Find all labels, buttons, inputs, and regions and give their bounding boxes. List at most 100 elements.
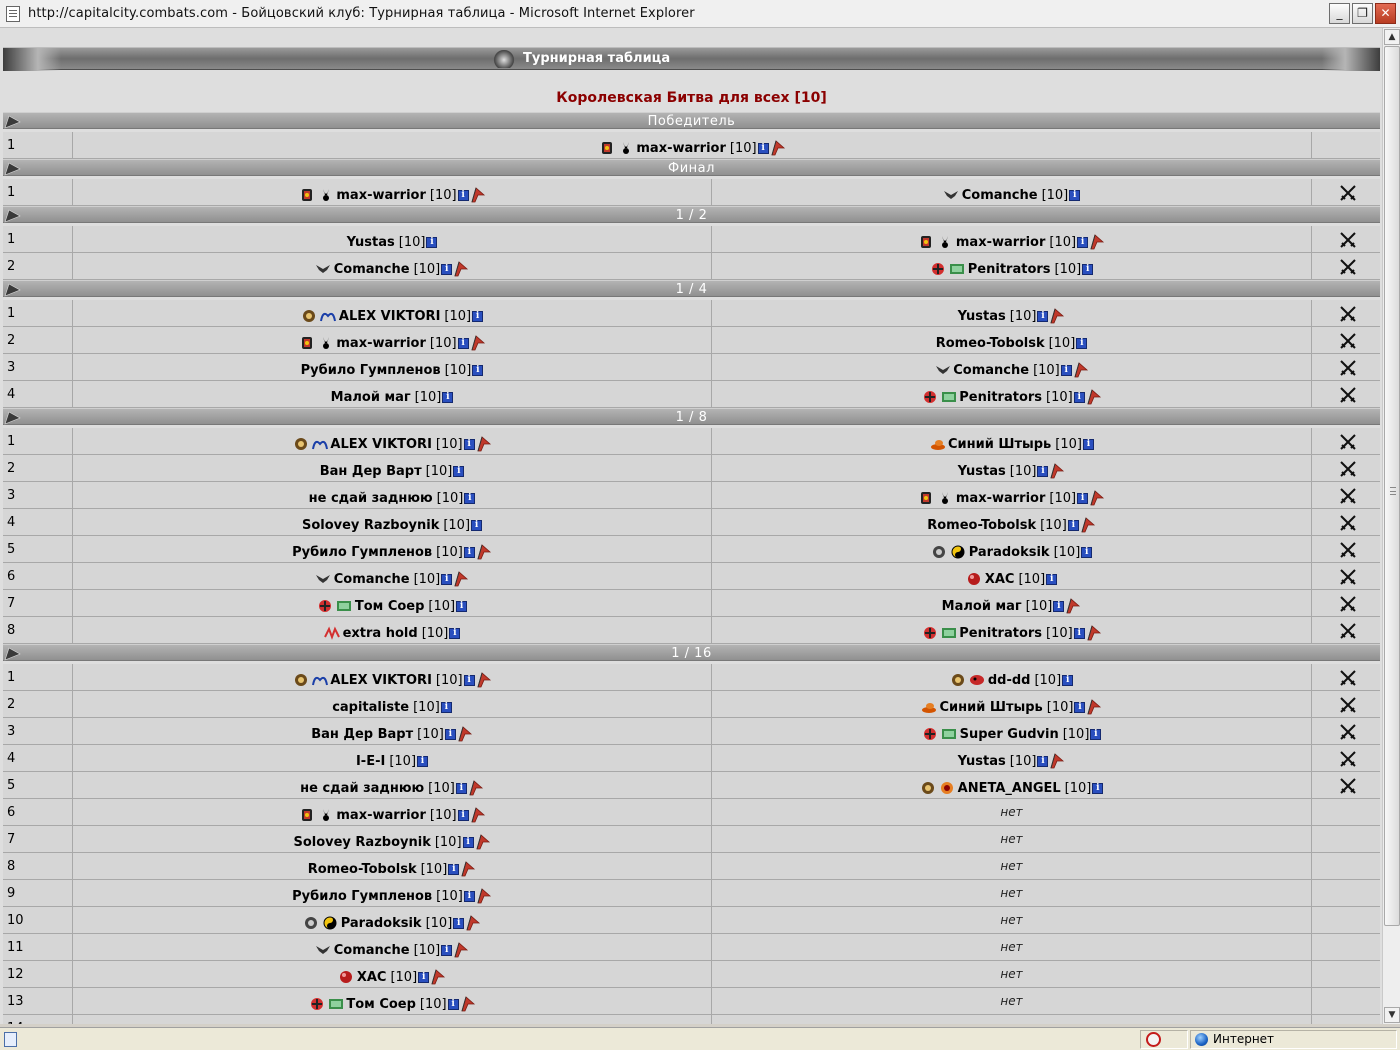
- crossed-swords-icon[interactable]: [1339, 669, 1357, 687]
- player-name[interactable]: Yustas: [958, 464, 1006, 479]
- player-name[interactable]: max-warrior: [336, 336, 426, 351]
- player-name[interactable]: Comanche: [962, 188, 1038, 203]
- player-name[interactable]: Comanche: [334, 572, 410, 587]
- info-icon[interactable]: i: [757, 143, 769, 154]
- player-name[interactable]: не сдай заднюю: [309, 491, 433, 506]
- info-icon[interactable]: i: [457, 810, 469, 821]
- crossed-swords-icon[interactable]: [1339, 184, 1357, 202]
- crossed-swords-icon[interactable]: [1339, 568, 1357, 586]
- player-name[interactable]: Рубило Гумпленов: [301, 363, 441, 378]
- info-icon[interactable]: i: [1060, 365, 1072, 376]
- info-icon[interactable]: i: [1092, 783, 1104, 794]
- info-icon[interactable]: i: [463, 675, 475, 686]
- info-icon[interactable]: i: [418, 972, 430, 983]
- info-icon[interactable]: i: [448, 864, 460, 875]
- info-icon[interactable]: i: [464, 493, 476, 504]
- player-name[interactable]: Синий Штырь: [948, 437, 1051, 452]
- crossed-swords-icon[interactable]: [1339, 622, 1357, 640]
- info-icon[interactable]: i: [441, 945, 453, 956]
- player-name[interactable]: max-warrior: [336, 808, 426, 823]
- info-icon[interactable]: i: [447, 999, 459, 1010]
- crossed-swords-icon[interactable]: [1339, 595, 1357, 613]
- info-icon[interactable]: i: [1037, 756, 1049, 767]
- info-icon[interactable]: i: [457, 190, 469, 201]
- info-icon[interactable]: i: [442, 392, 454, 403]
- minimize-button[interactable]: _: [1329, 3, 1350, 24]
- player-name[interactable]: Том Соер: [355, 599, 425, 614]
- info-icon[interactable]: i: [1073, 628, 1085, 639]
- info-icon[interactable]: i: [1077, 493, 1089, 504]
- info-icon[interactable]: i: [1076, 338, 1088, 349]
- info-icon[interactable]: i: [1081, 547, 1093, 558]
- player-name[interactable]: Penitrators: [968, 262, 1051, 277]
- player-name[interactable]: XAC: [985, 572, 1015, 587]
- player-name[interactable]: Ван Дер Варт: [320, 464, 422, 479]
- crossed-swords-icon[interactable]: [1339, 231, 1357, 249]
- player-name[interactable]: Comanche: [953, 363, 1029, 378]
- crossed-swords-icon[interactable]: [1339, 487, 1357, 505]
- player-name[interactable]: Малой маг: [331, 390, 411, 405]
- player-name[interactable]: Paradoksik: [969, 545, 1050, 560]
- info-icon[interactable]: i: [1069, 190, 1081, 201]
- player-name[interactable]: Super Gudvin: [960, 727, 1059, 742]
- info-icon[interactable]: i: [1090, 729, 1102, 740]
- player-name[interactable]: max-warrior: [636, 141, 726, 156]
- player-name[interactable]: Том Соер: [346, 997, 416, 1012]
- player-name[interactable]: Рубило Гумпленов: [292, 889, 432, 904]
- crossed-swords-icon[interactable]: [1339, 696, 1357, 714]
- info-icon[interactable]: i: [441, 574, 453, 585]
- player-name[interactable]: Синий Штырь: [940, 700, 1043, 715]
- crossed-swords-icon[interactable]: [1339, 359, 1357, 377]
- info-icon[interactable]: i: [1037, 311, 1049, 322]
- scroll-thumb[interactable]: [1384, 46, 1400, 926]
- info-icon[interactable]: i: [472, 311, 484, 322]
- player-name[interactable]: Comanche: [334, 943, 410, 958]
- player-name[interactable]: XAC: [357, 970, 387, 985]
- player-name[interactable]: I-E-I: [356, 754, 385, 769]
- crossed-swords-icon[interactable]: [1339, 386, 1357, 404]
- player-name[interactable]: Рубило Гумпленов: [292, 545, 432, 560]
- info-icon[interactable]: i: [462, 837, 474, 848]
- crossed-swords-icon[interactable]: [1339, 514, 1357, 532]
- info-icon[interactable]: i: [441, 264, 453, 275]
- crossed-swords-icon[interactable]: [1339, 777, 1357, 795]
- player-name[interactable]: Paradoksik: [341, 916, 422, 931]
- crossed-swords-icon[interactable]: [1339, 723, 1357, 741]
- crossed-swords-icon[interactable]: [1339, 433, 1357, 451]
- crossed-swords-icon[interactable]: [1339, 258, 1357, 276]
- info-icon[interactable]: i: [463, 891, 475, 902]
- player-name[interactable]: Romeo-Tobolsk: [936, 336, 1045, 351]
- player-name[interactable]: max-warrior: [336, 188, 426, 203]
- player-name[interactable]: не сдай заднюю: [300, 781, 424, 796]
- close-button[interactable]: ✕: [1375, 3, 1396, 24]
- info-icon[interactable]: i: [456, 601, 468, 612]
- info-icon[interactable]: i: [463, 439, 475, 450]
- player-name[interactable]: capitaliste: [332, 700, 409, 715]
- vertical-scrollbar[interactable]: ▲ ▼: [1382, 28, 1400, 1024]
- info-icon[interactable]: i: [1074, 702, 1086, 713]
- info-icon[interactable]: i: [417, 756, 429, 767]
- crossed-swords-icon[interactable]: [1339, 305, 1357, 323]
- info-icon[interactable]: i: [1067, 520, 1079, 531]
- player-name[interactable]: Solovey Razboynik: [302, 518, 439, 533]
- player-name[interactable]: Romeo-Tobolsk: [308, 862, 417, 877]
- info-icon[interactable]: i: [1046, 574, 1058, 585]
- scroll-down-button[interactable]: ▼: [1384, 1007, 1400, 1023]
- crossed-swords-icon[interactable]: [1339, 332, 1357, 350]
- info-icon[interactable]: i: [1077, 237, 1089, 248]
- crossed-swords-icon[interactable]: [1339, 750, 1357, 768]
- info-icon[interactable]: i: [453, 918, 465, 929]
- info-icon[interactable]: i: [455, 783, 467, 794]
- player-name[interactable]: ALEX VIKTORI: [339, 309, 441, 324]
- info-icon[interactable]: i: [1082, 264, 1094, 275]
- info-icon[interactable]: i: [444, 729, 456, 740]
- player-name[interactable]: ALEX VIKTORI: [330, 673, 432, 688]
- scroll-up-button[interactable]: ▲: [1384, 29, 1400, 45]
- player-name[interactable]: Penitrators: [959, 390, 1042, 405]
- crossed-swords-icon[interactable]: [1339, 460, 1357, 478]
- player-name[interactable]: Yustas: [347, 235, 395, 250]
- player-name[interactable]: Yustas: [958, 309, 1006, 324]
- info-icon[interactable]: i: [1073, 392, 1085, 403]
- info-icon[interactable]: i: [457, 338, 469, 349]
- info-icon[interactable]: i: [471, 520, 483, 531]
